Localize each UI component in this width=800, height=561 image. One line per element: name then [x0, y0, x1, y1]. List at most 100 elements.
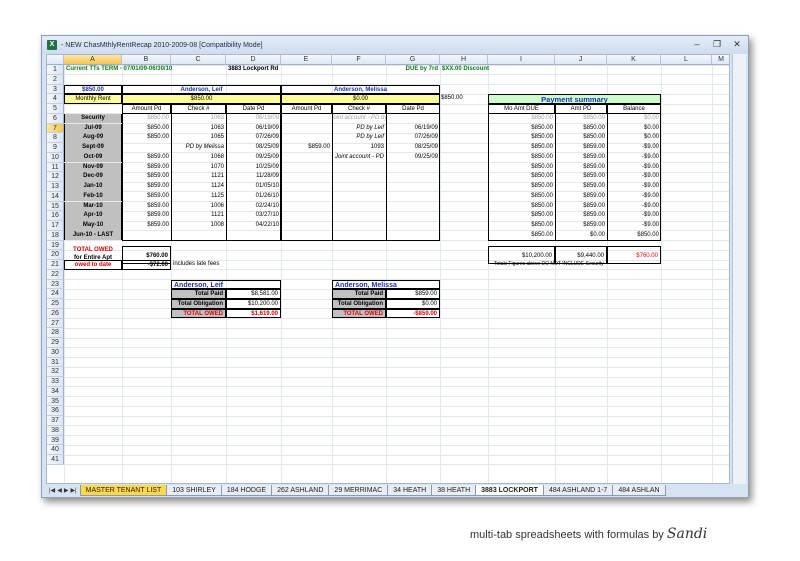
row-header[interactable]: 33 [47, 377, 64, 387]
row-header[interactable]: 28 [47, 328, 64, 338]
row-header[interactable]: 15 [47, 201, 64, 212]
total-paid-label[interactable]: Total Paid [332, 289, 386, 299]
total-obligation-label[interactable]: Total Obligation [332, 299, 386, 309]
tenant2-rent[interactable]: $0.00 [281, 94, 440, 104]
row-header[interactable]: 23 [47, 279, 64, 290]
address-text[interactable]: 3883 Lockport Rd [226, 65, 332, 75]
row-header[interactable]: 4 [47, 94, 64, 104]
sheet-tab[interactable]: 184 HODGE [220, 485, 273, 496]
row-header[interactable]: 34 [47, 386, 64, 397]
row-header[interactable]: 25 [47, 299, 64, 309]
month-label[interactable]: May-10 [64, 221, 122, 231]
minimize-button[interactable]: – [690, 39, 704, 50]
close-button[interactable]: ✕ [730, 39, 744, 50]
row-header[interactable]: 21 [47, 260, 64, 270]
month-label[interactable]: Jun-10 - LAST [64, 230, 122, 241]
box-tenant-name[interactable]: Anderson, Melissa [332, 279, 440, 289]
payment-summary-title[interactable]: Payment summary [488, 94, 661, 104]
row-header[interactable]: 30 [47, 347, 64, 358]
due-text[interactable]: DUE by 7rd [386, 65, 440, 75]
column-header-b[interactable]: B [122, 55, 171, 65]
row-header[interactable]: 5 [47, 104, 64, 114]
vertical-scrollbar[interactable] [732, 54, 746, 484]
row-header[interactable]: 31 [47, 357, 64, 368]
totals-note[interactable]: Totals Figures above DO NOT INCLUDE Secu… [488, 260, 661, 270]
worksheet-grid[interactable]: A B C D E F G H I J K L M 1 2 3 4 5 6 7 8 9 10 11 12 13 14 15 16 17 18… [46, 54, 730, 484]
column-header-h[interactable]: H [440, 55, 488, 65]
owed-to-date-label[interactable]: owed to date [64, 260, 122, 270]
row-header[interactable]: 27 [47, 318, 64, 329]
row-header[interactable]: 29 [47, 338, 64, 348]
excel-icon[interactable]: X [47, 40, 57, 50]
restore-button[interactable]: ❐ [710, 39, 724, 50]
row-header[interactable]: 36 [47, 406, 64, 416]
month-label[interactable]: Security [64, 113, 122, 124]
month-label[interactable]: Jan-10 [64, 182, 122, 192]
sheet-tab[interactable]: MASTER TENANT LIST [79, 485, 168, 496]
discount-text[interactable]: $XX.00 Discount [440, 65, 555, 75]
total-obligation-value[interactable]: $10,200.00 [226, 299, 281, 309]
first-sheet-icon[interactable]: |◀ [49, 487, 55, 494]
row-header[interactable]: 37 [47, 416, 64, 426]
row-header[interactable]: 40 [47, 445, 64, 455]
column-header-j[interactable]: J [555, 55, 607, 65]
month-label[interactable]: Nov-09 [64, 162, 122, 172]
column-header-i[interactable]: I [488, 55, 555, 65]
month-label[interactable]: Sept-09 [64, 143, 122, 153]
monthly-rent-label[interactable]: Monthly Rent [64, 94, 122, 104]
total-owed-label[interactable]: TOTAL OWED [171, 308, 226, 319]
row-header[interactable]: 24 [47, 289, 64, 299]
row-header[interactable]: 41 [47, 455, 64, 465]
tenant1-name[interactable]: Anderson, Leif [122, 84, 281, 94]
row-header[interactable]: 11 [47, 162, 64, 173]
month-label[interactable]: Feb-10 [64, 191, 122, 202]
next-sheet-icon[interactable]: ▶ [64, 487, 69, 494]
sheet-tab[interactable]: 262 ASHLAND [271, 485, 330, 496]
row-header[interactable]: 2 [47, 74, 64, 85]
month-label[interactable]: Apr-10 [64, 211, 122, 221]
row-header[interactable]: 12 [47, 172, 64, 182]
sheet-tab[interactable]: 484 ASHLAND 1-7 [542, 485, 614, 496]
total-owed-value[interactable]: $1,619.00 [226, 308, 281, 319]
sheet-tab[interactable]: 3883 LOCKPORT [475, 485, 544, 496]
tenant2-name[interactable]: Anderson, Melissa [281, 84, 440, 94]
row-header[interactable]: 22 [47, 269, 64, 280]
total-obligation-label[interactable]: Total Obligation [171, 299, 226, 309]
month-label[interactable]: Jul-09 [64, 123, 122, 133]
row-header[interactable]: 26 [47, 308, 64, 319]
row-header[interactable]: 32 [47, 367, 64, 377]
month-label[interactable]: Aug-09 [64, 133, 122, 143]
select-all-corner[interactable] [47, 55, 64, 65]
row-header[interactable]: 9 [47, 143, 64, 153]
sheet-tab[interactable]: 484 ASHLAN [612, 485, 666, 496]
column-header-e[interactable]: E [281, 55, 332, 65]
late-fee-note[interactable]: includes late fees [171, 260, 281, 270]
rent-amount[interactable]: $850.00 [64, 84, 122, 94]
column-header-k[interactable]: K [607, 55, 661, 65]
total-owed-label[interactable]: TOTAL OWED [332, 308, 386, 319]
last-sheet-icon[interactable]: ▶| [70, 487, 76, 494]
total-paid-value[interactable]: $8,581.00 [226, 289, 281, 299]
month-label[interactable]: Dec-09 [64, 172, 122, 182]
row-header[interactable]: 19 [47, 240, 64, 251]
prev-sheet-icon[interactable]: ◀ [57, 487, 62, 494]
row-header[interactable]: 39 [47, 435, 64, 446]
row-header[interactable]: 8 [47, 133, 64, 143]
sheet-tab[interactable]: 34 HEATH [387, 485, 433, 496]
column-header-d[interactable]: D [226, 55, 281, 65]
row-header[interactable]: 18 [47, 230, 64, 241]
row-header[interactable]: 14 [47, 191, 64, 202]
total-owed-value[interactable]: -$859.00 [386, 308, 440, 319]
month-label[interactable]: Mar-10 [64, 201, 122, 211]
row-header[interactable]: 17 [47, 221, 64, 231]
owed-to-date-value[interactable]: -$72.00 [122, 260, 171, 270]
column-header-m[interactable]: M [712, 55, 729, 65]
h4-rent[interactable]: $850.00 [440, 94, 488, 104]
row-header[interactable]: 16 [47, 211, 64, 221]
total-obligation-value[interactable]: $0.00 [386, 299, 440, 309]
column-header-g[interactable]: G [386, 55, 440, 65]
column-header-f[interactable]: F [332, 55, 386, 65]
column-header-l[interactable]: L [661, 55, 712, 65]
box-tenant-name[interactable]: Anderson, Leif [171, 279, 281, 289]
row-header[interactable]: 38 [47, 425, 64, 436]
